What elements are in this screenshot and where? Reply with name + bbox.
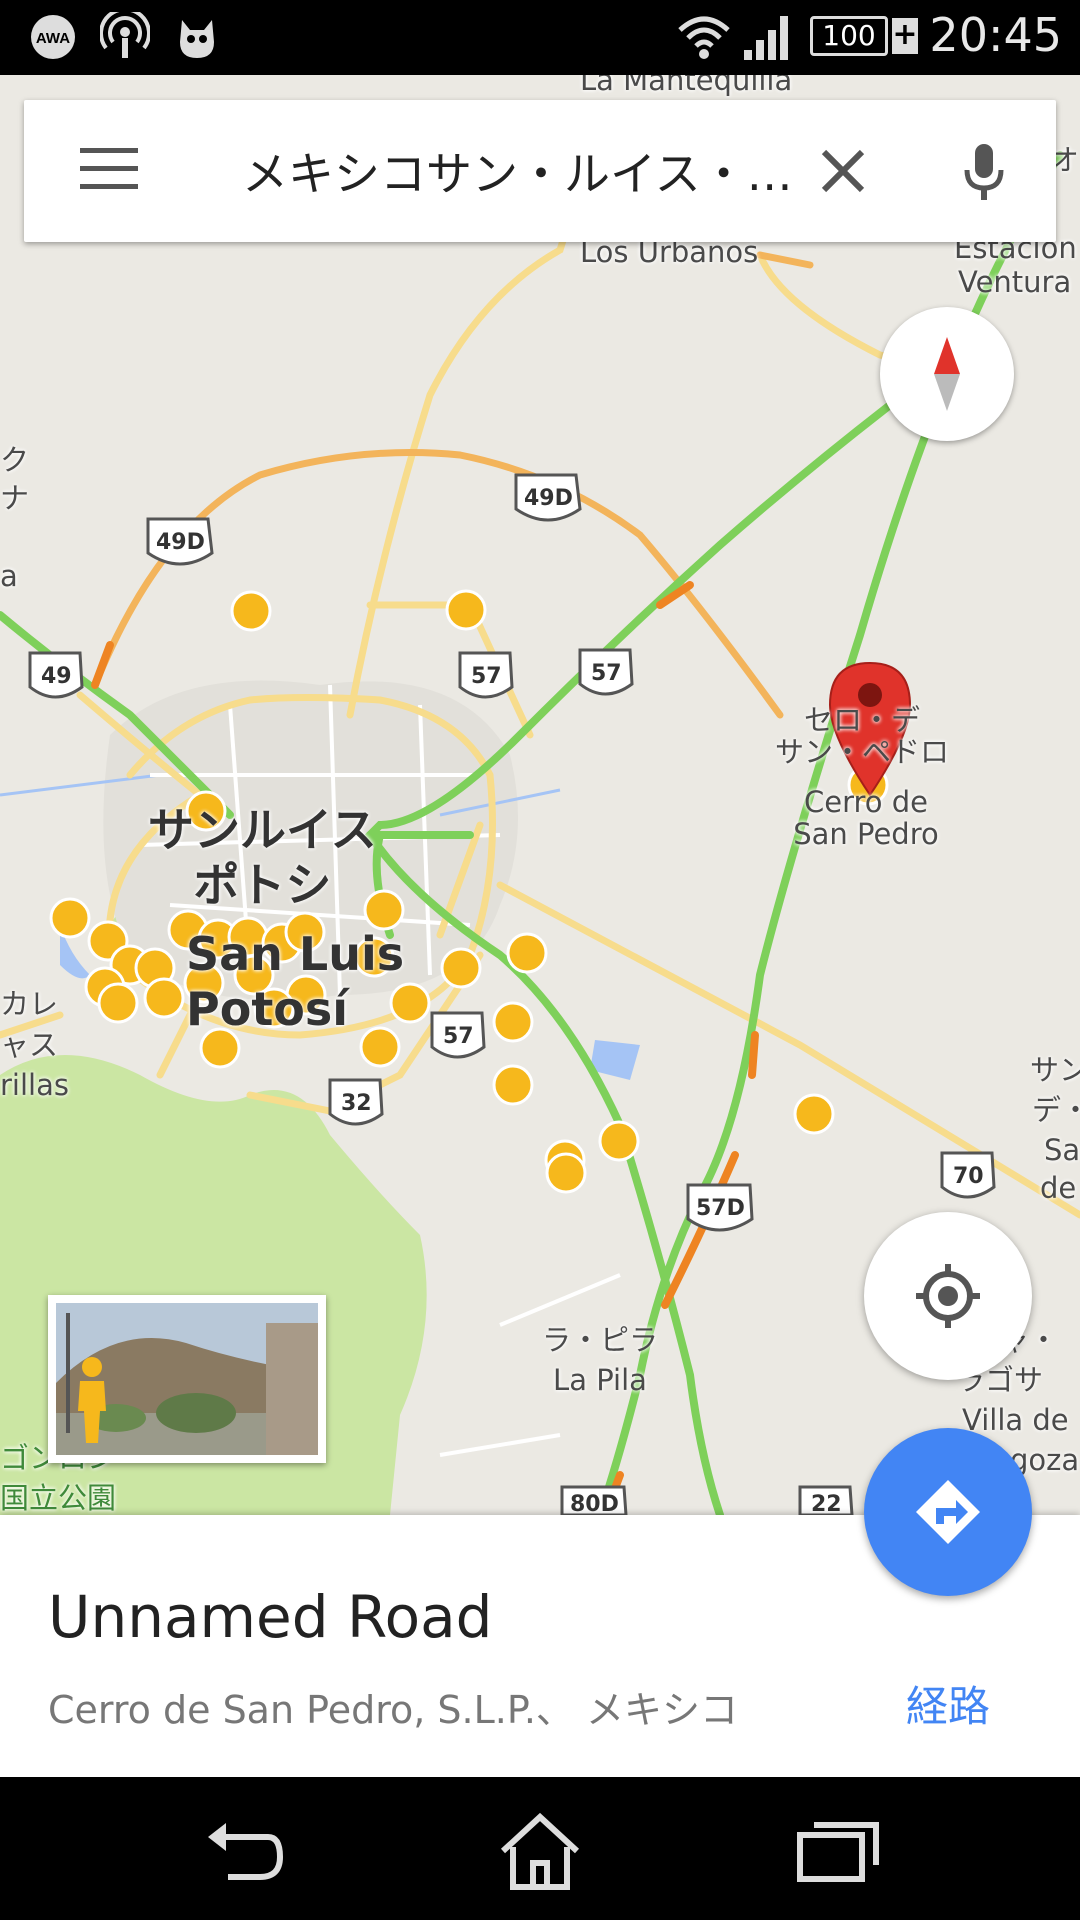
wifi-icon: [678, 16, 730, 59]
street-view-thumbnail[interactable]: [48, 1295, 326, 1463]
route-49d-b-label: 49D: [524, 486, 573, 511]
cerro-jp-line2: サン・ペドロ: [774, 734, 949, 769]
map-label-la-pila-es: La Pila: [553, 1363, 647, 1397]
map-label-edge: Sa: [1044, 1133, 1080, 1167]
directions-button[interactable]: [864, 1428, 1032, 1596]
route-57-b-label: 57: [591, 661, 622, 686]
crosshair-icon: [916, 1264, 980, 1328]
map-label-edge: de: [1040, 1171, 1077, 1205]
compass-icon: [934, 337, 960, 411]
route-57-c-label: 57: [443, 1024, 474, 1049]
route-32-label: 32: [341, 1091, 372, 1116]
map-label-la-pila-jp: ラ・ピラ: [541, 1323, 658, 1357]
clock: 20:45: [929, 8, 1062, 62]
recent-apps-icon[interactable]: [794, 1807, 884, 1897]
menu-icon[interactable]: [80, 148, 138, 190]
map-label-edge: サン: [1030, 1053, 1080, 1087]
close-icon[interactable]: [818, 146, 868, 196]
pegman-icon[interactable]: [72, 1355, 112, 1445]
map-label-edge: ャス: [0, 1028, 59, 1062]
map-label-la-mantequilla: La Mantequilla: [580, 75, 793, 97]
map-label-edge: ク: [0, 443, 30, 477]
cat-app-icon: [180, 20, 214, 58]
directions-icon: [916, 1480, 980, 1544]
microphone-icon[interactable]: [959, 140, 1009, 204]
city-es-line2: Potosí: [186, 982, 349, 1037]
awa-icon: AWA: [31, 15, 75, 59]
route-49-label: 49: [41, 664, 72, 689]
map-label-park: 国立公園: [0, 1481, 117, 1515]
route-22-label: 22: [811, 1492, 842, 1515]
svg-text:AWA: AWA: [36, 30, 70, 47]
map-label-city-es: San Luis Potosí: [186, 927, 404, 1037]
compass-button[interactable]: [880, 307, 1014, 441]
charging-indicator: +: [892, 17, 918, 54]
city-es-line1: San Luis: [186, 927, 405, 981]
route-57-a-label: 57: [471, 664, 502, 689]
map-label-cerro-jp: セロ・デ サン・ペドロ: [762, 703, 962, 769]
map-label-edge: デ・: [1032, 1093, 1080, 1127]
place-title: Unnamed Road: [48, 1583, 493, 1651]
battery-icon: 100: [810, 16, 888, 56]
map-label-city-jp: サンルイス ポトシ: [148, 803, 377, 913]
route-80d-label: 80D: [570, 1492, 619, 1515]
back-icon[interactable]: [198, 1807, 288, 1897]
map-label-ventura: Ventura: [958, 265, 1072, 299]
route-link[interactable]: 経路: [906, 1673, 990, 1734]
map-label-cerro-es: Cerro de San Pedro: [766, 785, 966, 851]
map-label-edge: カレ: [0, 987, 59, 1021]
map-label-edge: rillas: [0, 1068, 69, 1102]
my-location-button[interactable]: [864, 1212, 1032, 1380]
podcast-icon: [100, 12, 150, 58]
map-label-edge: ナ: [0, 481, 30, 515]
route-70-label: 70: [953, 1164, 984, 1189]
cerro-jp-line1: セロ・デ: [803, 703, 920, 737]
signal-icon: [744, 16, 788, 60]
route-57d-label: 57D: [696, 1196, 745, 1221]
map-label-edge: a: [0, 559, 18, 593]
search-input[interactable]: メキシコサン・ルイス・…: [242, 138, 822, 204]
search-bar[interactable]: メキシコサン・ルイス・…: [24, 100, 1056, 242]
home-icon[interactable]: [495, 1807, 585, 1897]
cerro-es-line1: Cerro de: [803, 785, 928, 819]
city-jp-line1: サンルイス: [148, 803, 377, 857]
city-jp-line2: ポトシ: [193, 858, 332, 913]
navigation-bar: [0, 1777, 1080, 1920]
place-address: Cerro de San Pedro, S.L.P.、 メキシコ: [48, 1688, 738, 1732]
status-bar: AWA 100 + 20:45: [0, 0, 1080, 75]
route-49d-a-label: 49D: [156, 530, 205, 555]
cerro-es-line2: San Pedro: [793, 816, 939, 851]
